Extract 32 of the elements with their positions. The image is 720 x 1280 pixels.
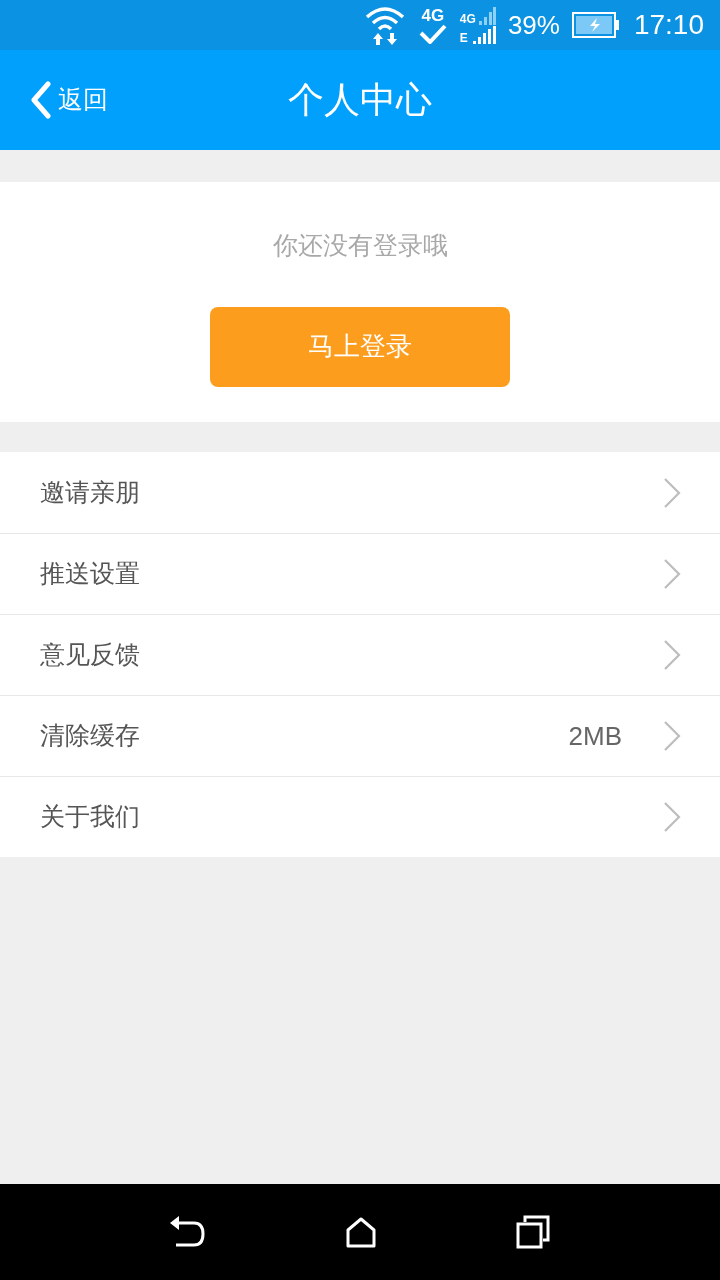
network-type-label: 4G <box>459 12 476 25</box>
chevron-right-icon <box>662 476 682 509</box>
menu-item[interactable]: 邀请亲朋 <box>0 452 720 533</box>
signal-icon <box>471 25 496 44</box>
network-type-label: E <box>459 31 468 44</box>
recent-apps-icon[interactable] <box>516 1215 551 1249</box>
battery-charging-icon <box>571 12 620 38</box>
back-icon <box>30 81 52 119</box>
cache-size: 2MB <box>568 719 622 753</box>
page-title: 个人中心 <box>288 78 432 122</box>
login-message: 你还没有登录哦 <box>272 230 448 261</box>
signal-icon <box>477 6 496 25</box>
chevron-right-icon <box>662 558 682 590</box>
home-icon[interactable] <box>345 1216 377 1248</box>
wifi-icon <box>363 5 406 45</box>
battery-percent: 39% <box>507 8 560 42</box>
chevron-right-icon <box>662 801 682 833</box>
menu-label: 清除缓存 <box>40 720 141 752</box>
menu-item[interactable]: 推送设置 <box>0 533 720 614</box>
menu-item[interactable]: 意见反馈 <box>0 614 720 695</box>
menu-label: 邀请亲朋 <box>40 476 141 508</box>
menu-item[interactable]: 关于我们 <box>0 776 720 857</box>
chevron-right-icon <box>662 720 682 752</box>
menu-label: 推送设置 <box>40 558 141 590</box>
network-type-label: 4G <box>421 6 445 24</box>
back-icon[interactable] <box>169 1215 206 1249</box>
menu-label: 意见反馈 <box>40 639 141 671</box>
menu-label: 关于我们 <box>40 801 141 833</box>
check-icon <box>417 23 448 44</box>
chevron-right-icon <box>662 639 682 671</box>
menu-item[interactable]: 清除缓存 2MB <box>0 695 720 776</box>
clock: 17:10 <box>633 8 704 42</box>
